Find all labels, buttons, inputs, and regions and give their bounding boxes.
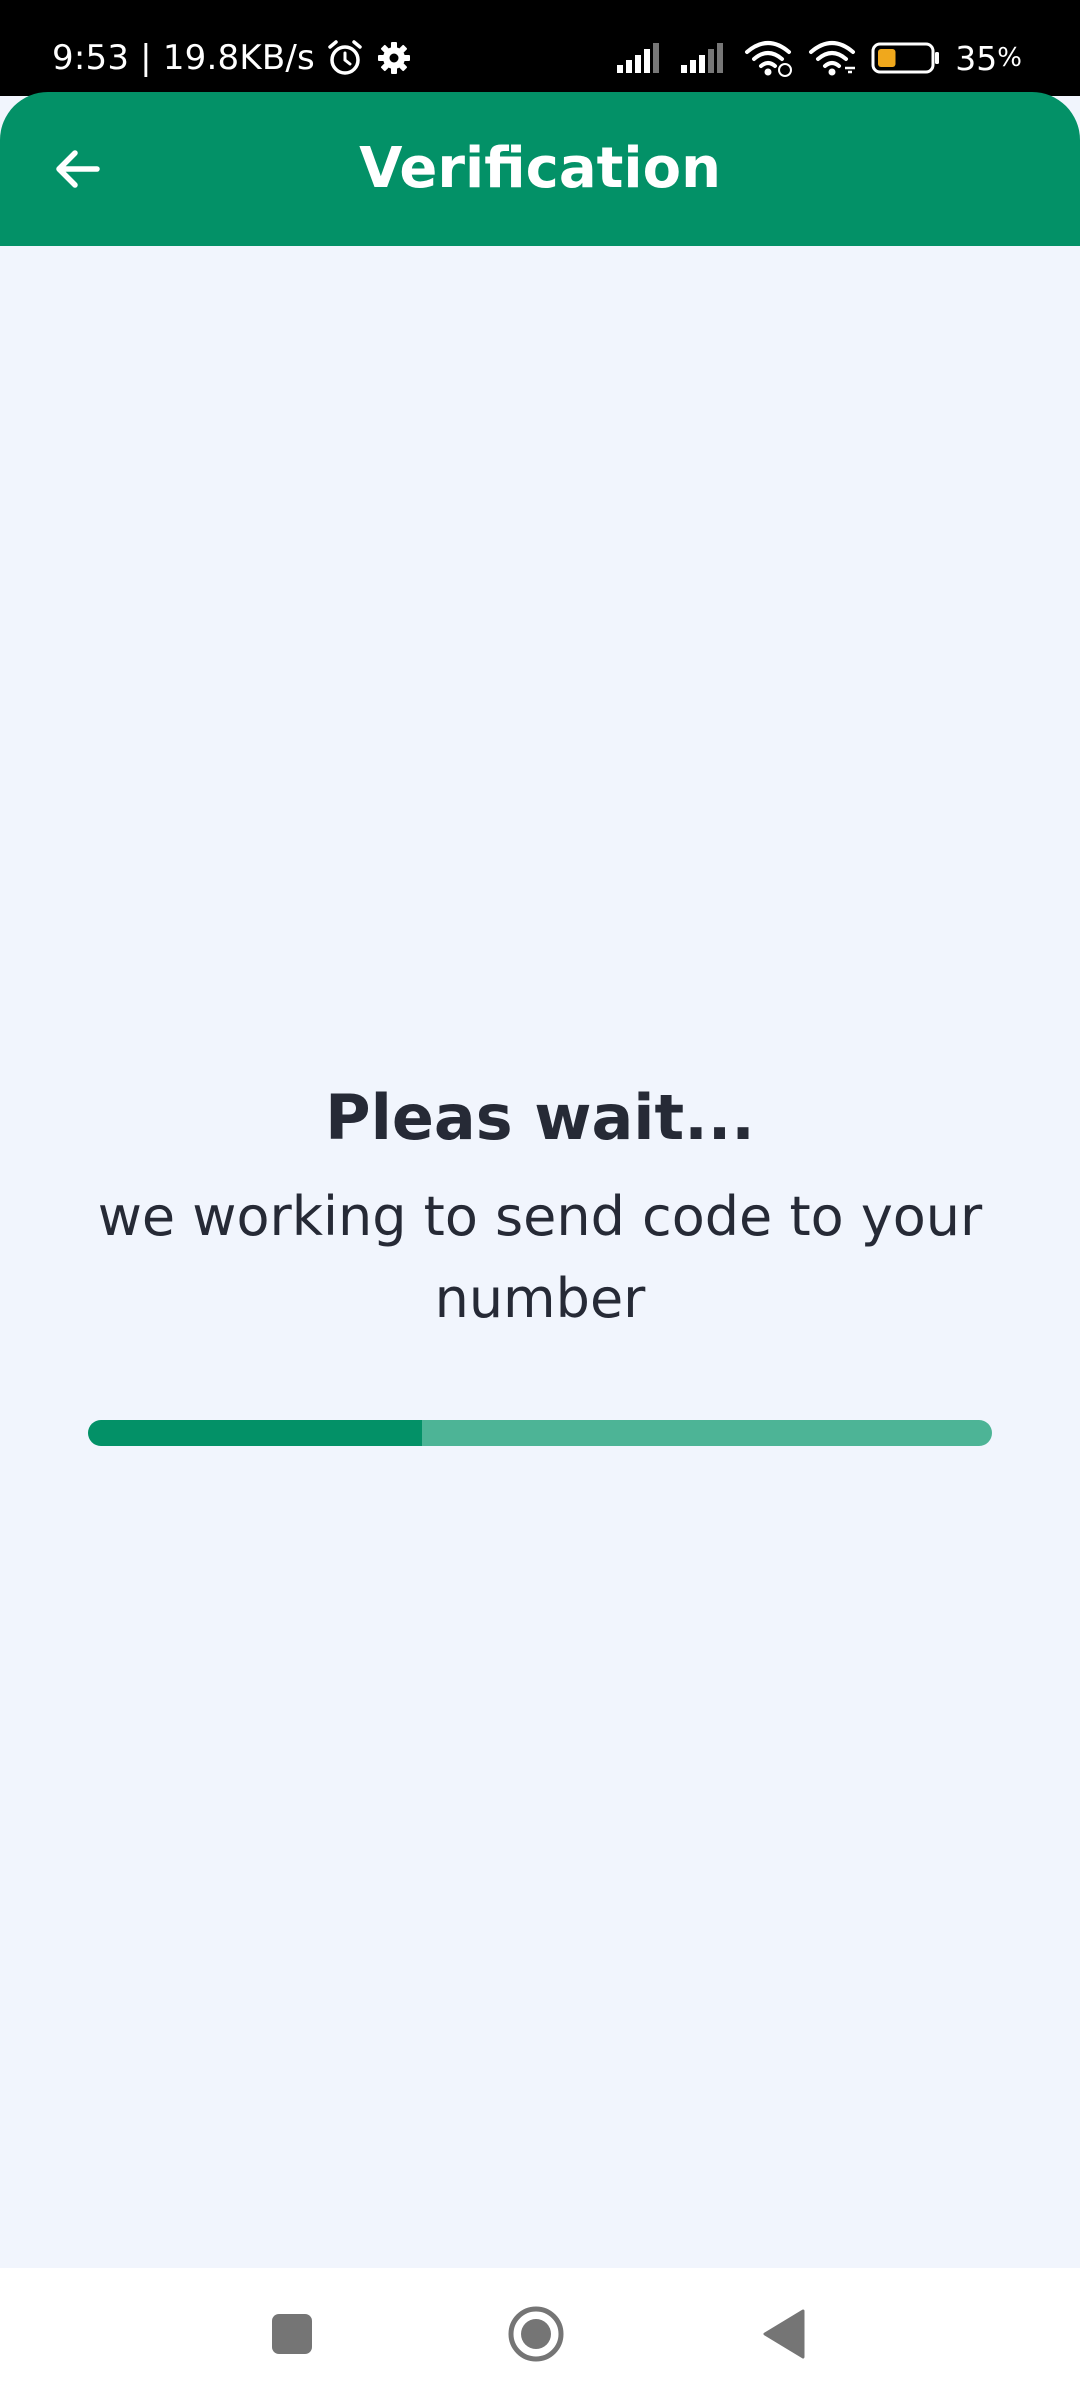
battery-icon (871, 41, 941, 75)
wait-subtitle: we working to send code to your number (97, 1185, 983, 1330)
app-bar: Verification (0, 92, 1080, 246)
status-bar: 9:53 | 19.8KB/s 35 % (0, 0, 1080, 96)
page-title: Verification (359, 136, 721, 201)
home-button[interactable] (500, 2298, 572, 2370)
home-circle-icon (508, 2306, 564, 2362)
recents-button[interactable] (256, 2298, 328, 2370)
alarm-icon (325, 38, 365, 78)
system-back-button[interactable] (748, 2298, 820, 2370)
loading-message: Pleas wait... we working to send code to… (0, 1060, 1080, 1340)
status-time-speed: 9:53 | 19.8KB/s (52, 38, 315, 78)
signal-icon (615, 41, 665, 75)
battery-unit: % (997, 43, 1022, 73)
wifi-icon (743, 38, 793, 78)
back-button[interactable] (40, 132, 114, 206)
navigation-bar (0, 2268, 1080, 2400)
gear-icon (375, 39, 413, 77)
progress-bar (88, 1420, 992, 1446)
battery-percent: 35 (955, 38, 998, 78)
arrow-left-icon (56, 150, 100, 188)
back-triangle-icon (763, 2309, 805, 2359)
wifi-icon (807, 38, 857, 78)
signal-icon (679, 41, 729, 75)
wait-title: Pleas wait... (325, 1081, 755, 1154)
progress-fill (88, 1420, 423, 1446)
recents-square-icon (272, 2314, 312, 2354)
